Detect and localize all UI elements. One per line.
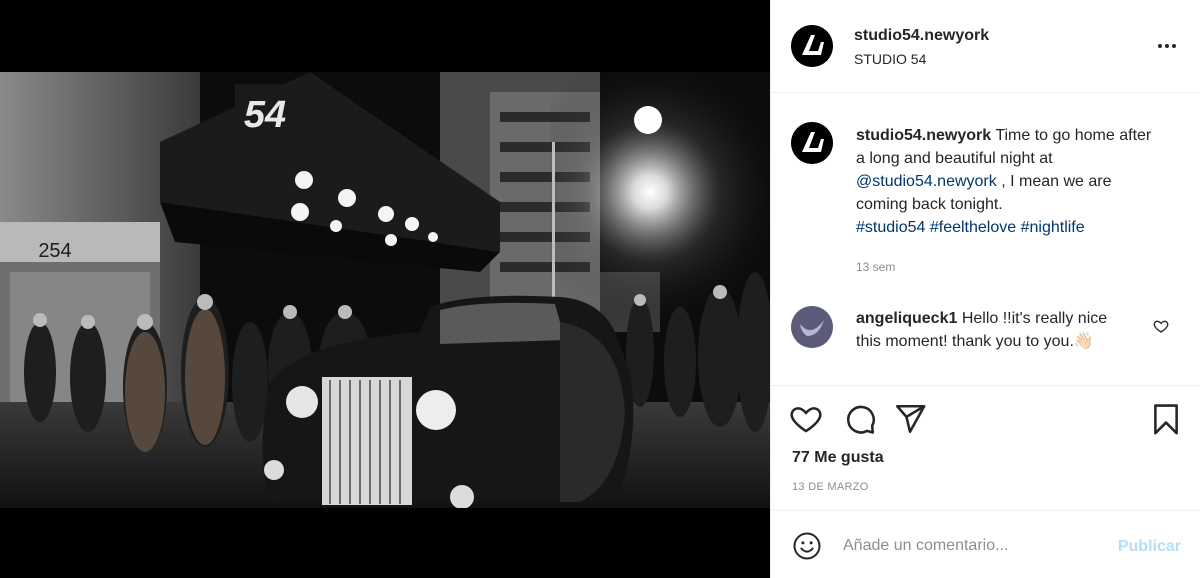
comment-avatar[interactable]: [791, 306, 833, 348]
studio54-logo-icon: [791, 25, 833, 67]
post-date[interactable]: 13 DE MARZO: [792, 481, 869, 493]
caption-avatar[interactable]: [791, 122, 833, 164]
share-icon[interactable]: [893, 402, 927, 436]
emoji-icon[interactable]: [792, 531, 822, 561]
post-actions: [771, 402, 1200, 438]
comments-list: studio54.newyork Time to go home after a…: [771, 94, 1200, 386]
caption-time-ago[interactable]: 13 sem: [856, 260, 895, 274]
comment-text: angeliqueck1 Hello !!it's really nice th…: [856, 307, 1126, 353]
caption-text: studio54.newyork Time to go home after a…: [856, 124, 1156, 239]
comment-input[interactable]: [843, 531, 1093, 561]
caption-username[interactable]: studio54.newyork: [856, 127, 991, 144]
header-username[interactable]: studio54.newyork: [854, 27, 989, 45]
marquee-sign-text: 54: [244, 94, 286, 136]
address-number-text: 254: [38, 240, 71, 262]
heart-icon[interactable]: [789, 402, 823, 436]
photo-studio54-night-entrance: 54 254: [0, 72, 770, 508]
post-details-panel: studio54.newyork STUDIO 54 studio54.newy…: [770, 0, 1200, 578]
post-header: studio54.newyork STUDIO 54: [771, 0, 1200, 93]
caption-mention-link[interactable]: @studio54.newyork: [856, 173, 997, 190]
studio54-logo-icon: [791, 122, 833, 164]
bookmark-icon[interactable]: [1149, 402, 1183, 436]
hashtag-link[interactable]: #nightlife: [1021, 219, 1085, 236]
comment-icon[interactable]: [843, 402, 877, 436]
more-options-icon[interactable]: [1156, 38, 1178, 54]
comment-username[interactable]: angeliqueck1: [856, 310, 957, 327]
publish-button[interactable]: Publicar: [1118, 538, 1181, 556]
comment-like-heart-icon[interactable]: [1153, 318, 1169, 334]
post-photo[interactable]: 54 254: [0, 72, 770, 508]
user-avatar-icon: [791, 306, 833, 348]
avatar[interactable]: [791, 25, 833, 67]
hashtag-link[interactable]: #feelthelove: [930, 219, 1016, 236]
add-comment-bar: Publicar: [771, 510, 1200, 578]
post-media: 54 254: [0, 0, 770, 578]
header-location[interactable]: STUDIO 54: [854, 51, 926, 67]
likes-count[interactable]: 77 Me gusta: [792, 449, 884, 467]
hashtag-link[interactable]: #studio54: [856, 219, 925, 236]
